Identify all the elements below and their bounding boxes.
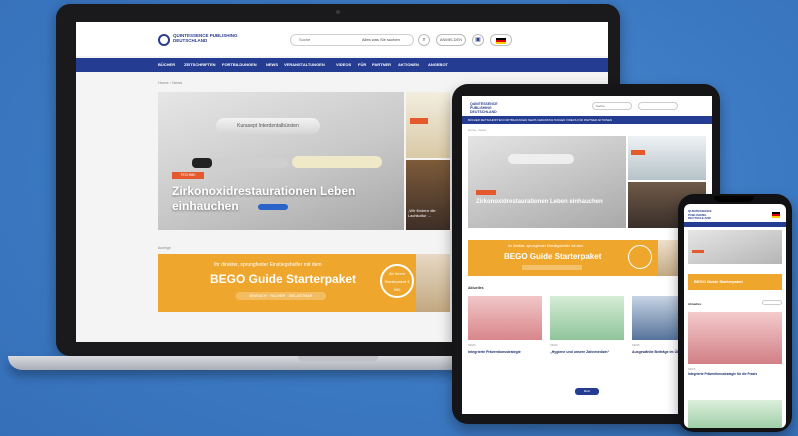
hero-article[interactable]: Zirkonoxidrestaurationen Leben einhauche…	[468, 136, 626, 228]
banner-title: BEGO Guide Starterpaket	[210, 272, 357, 286]
search-input[interactable]: Suche	[592, 102, 632, 110]
main-nav[interactable]: BÜCHER ZEITSCHRIFTEN FORTBILDUNGEN NEWS …	[462, 116, 712, 124]
category-tag	[631, 150, 645, 155]
article-meta: NEWS	[468, 344, 476, 347]
banner-subtitle: Ihr direkter, sprungfester Einstiegshelf…	[508, 244, 584, 248]
more-button[interactable]: Mehr	[575, 388, 599, 395]
product-image	[192, 158, 212, 168]
article-meta: NEWS	[550, 344, 558, 347]
banner-cta[interactable]	[522, 265, 582, 270]
product-case-label: Kurasept Interdentalbürsten	[216, 118, 320, 134]
product-image	[292, 156, 382, 168]
article-meta: NEWS	[632, 344, 640, 347]
hero-article[interactable]: Kurasept Interdentalbürsten TECHNIK Zirk…	[158, 92, 404, 230]
article-title[interactable]: Integrierte Präventionsstrategie für die…	[688, 372, 782, 376]
login-button[interactable]: ANMELDEN	[436, 34, 466, 46]
hero-article[interactable]	[688, 230, 782, 264]
breadcrumb[interactable]: Home › News	[158, 80, 182, 85]
hero-title[interactable]: Zirkonoxidrestaurationen Leben einhauche…	[476, 198, 616, 206]
logo-text[interactable]: QUINTESSENCE PUBLISHING DEUTSCHLAND	[470, 102, 506, 114]
logo-text[interactable]: QUINTESSENCE PUBLISHING DEUTSCHLAND	[688, 209, 728, 221]
breadcrumb[interactable]: Home › News	[468, 128, 486, 132]
nav-item[interactable]: NEWS	[266, 58, 278, 72]
banner-title: BEGO Guide Starterpaket	[504, 252, 602, 261]
nav-item[interactable]: AKTIONEN	[398, 58, 419, 72]
logo-text[interactable]: QUINTESSENCE PUBLISHING DEUTSCHLAND	[173, 33, 253, 43]
language-flag-icon[interactable]	[772, 212, 780, 218]
laptop-camera	[336, 10, 340, 14]
article-card-image[interactable]	[550, 296, 624, 340]
section-title: Aktuelles	[468, 286, 484, 290]
banner-subtitle: Ihr direkter, sprungfester Einstiegshelf…	[214, 262, 322, 268]
section-title: Aktuelles	[688, 302, 702, 306]
article-card-image[interactable]	[688, 400, 782, 428]
ad-banner[interactable]: Ihr direkter, sprungfester Einstiegshelf…	[468, 240, 706, 276]
ad-label: Anzeige	[158, 246, 171, 250]
nav-item[interactable]: FORTBILDUNGEN	[222, 58, 257, 72]
language-flag-icon[interactable]	[490, 34, 512, 46]
nav-item[interactable]: VERANSTALTUNGEN	[284, 58, 325, 72]
banner-badge: Ab Ihrem Starterpaket € 590	[380, 264, 414, 298]
nav-item[interactable]: ANGEBOT	[428, 58, 448, 72]
header-actions[interactable]	[638, 102, 678, 110]
category-tag: TECHNIK	[172, 172, 204, 179]
nav-item[interactable]: ZEITSCHRIFTEN	[184, 58, 216, 72]
article-title[interactable]: „Hygiene und unsere Zahnmedizin“	[550, 350, 622, 354]
side-article[interactable]	[406, 92, 450, 158]
phone-screen: QUINTESSENCE PUBLISHING DEUTSCHLAND BEGO…	[684, 204, 786, 428]
product-image	[508, 154, 574, 164]
category-tag	[410, 118, 428, 124]
article-card-image[interactable]	[688, 312, 782, 364]
category-tag	[692, 250, 704, 253]
category-tag	[476, 190, 496, 195]
site-header: QUINTESSENCE PUBLISHING DEUTSCHLAND Such…	[462, 96, 712, 116]
banner-photo	[416, 254, 450, 312]
nav-item[interactable]: PARTNER	[372, 58, 391, 72]
article-title[interactable]: Integrierte Präventionsstrategie	[468, 350, 540, 354]
site-header: QUINTESSENCE PUBLISHING DEUTSCHLAND Such…	[76, 22, 608, 56]
main-nav[interactable]	[684, 222, 786, 227]
banner-cta[interactable]: EINFACH · SICHER · BELASTBAR	[236, 292, 326, 300]
ad-banner[interactable]: Ihr direkter, sprungfester Einstiegshelf…	[158, 254, 450, 312]
search-icon[interactable]: ⌕	[418, 34, 430, 46]
side-article[interactable]	[628, 136, 706, 180]
phone-notch	[714, 196, 754, 202]
nav-item[interactable]: BÜCHER	[158, 58, 175, 72]
filter-button[interactable]	[762, 300, 782, 305]
cart-icon[interactable]: ▣	[472, 34, 484, 46]
banner-title: BEGO Guide Starterpaket	[694, 279, 743, 284]
article-card-image[interactable]	[468, 296, 542, 340]
banner-badge	[628, 245, 652, 269]
main-nav: BÜCHER ZEITSCHRIFTEN FORTBILDUNGEN NEWS …	[76, 58, 608, 72]
laptop-notch	[298, 356, 378, 362]
product-image	[258, 204, 288, 210]
side-article[interactable]: „Wir fördern die Lachkultur …	[406, 160, 450, 230]
search-scope-select[interactable]: Alles was Sie suchen	[362, 34, 400, 46]
nav-item[interactable]: VIDEOS	[336, 58, 351, 72]
nav-item[interactable]: FÜR	[358, 58, 366, 72]
logo-icon[interactable]	[158, 34, 170, 46]
article-meta: NEWS	[688, 368, 696, 371]
tablet-screen: QUINTESSENCE PUBLISHING DEUTSCHLAND Such…	[462, 96, 712, 414]
side-article-title: „Wir fördern die Lachkultur …	[408, 208, 436, 218]
ad-banner[interactable]: BEGO Guide Starterpaket	[688, 274, 782, 290]
